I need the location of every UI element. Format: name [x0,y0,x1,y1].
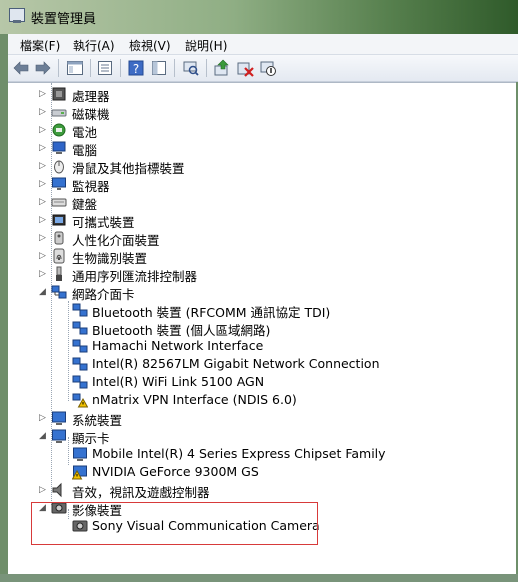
tree-item-display[interactable]: ◢ 顯示卡 [8,427,508,446]
status-strip [0,574,518,582]
expand-arrow-icon[interactable]: ▷ [39,233,46,243]
expand-arrow-icon[interactable]: ▷ [39,413,46,423]
tree-item-label: Intel(R) 82567LM Gigabit Network Connect… [92,356,380,371]
tree-item-battery[interactable]: ▷ 電池 [8,121,508,140]
expand-arrow-icon[interactable]: ▷ [39,197,46,207]
expand-arrow-icon[interactable]: ▷ [39,143,46,153]
monitor-icon [52,177,66,190]
network-device-item[interactable]: Intel(R) 82567LM Gigabit Network Connect… [8,355,508,373]
device-manager-window: 裝置管理員 檔案(F) 執行(A) 檢視(V) 說明(H) ? ▷ 處理器 ▷ … [0,0,518,582]
title-bar[interactable]: 裝置管理員 [0,0,518,34]
usb-icon [56,266,62,281]
svg-text:?: ? [133,62,139,76]
menu-help[interactable]: 說明(H) [185,37,227,54]
uninstall-icon[interactable] [236,59,254,77]
speaker-icon [52,482,62,498]
expand-arrow-icon[interactable]: ▷ [39,269,46,279]
console-tree-icon[interactable] [66,59,84,77]
keyboard-icon [51,198,67,207]
device-manager-icon [9,8,25,23]
highlight-box [31,502,318,545]
show-hide-icon[interactable] [150,59,168,77]
display-adapter-icon [73,447,87,461]
expand-arrow-icon[interactable]: ▷ [39,215,46,225]
hid-icon [54,231,64,245]
expand-arrow-icon[interactable]: ▷ [39,89,46,99]
system-device-icon [52,411,66,425]
expand-arrow-icon[interactable]: ▷ [39,179,46,189]
computer-icon [52,141,66,154]
network-device-item[interactable]: nMatrix VPN Interface (NDIS 6.0) [8,391,508,409]
expand-arrow-icon[interactable]: ▷ [39,485,46,495]
network-adapter-warning-icon [72,393,88,408]
tree-item-biometric[interactable]: ▷ 生物識別裝置 [8,247,508,266]
display-device-item[interactable]: Mobile Intel(R) 4 Series Express Chipset… [8,445,508,463]
toolbar-separator [120,59,121,77]
network-device-item[interactable]: Bluetooth 裝置 (RFCOMM 通訊協定 TDI) [8,301,508,320]
help-icon[interactable]: ? [127,59,145,77]
properties-sheet-icon[interactable] [96,59,114,77]
tree-item-disk-drives[interactable]: ▷ 磁碟機 [8,103,508,122]
portable-device-icon [52,214,66,226]
collapse-arrow-icon[interactable]: ◢ [39,287,46,297]
tree-item-label: nMatrix VPN Interface (NDIS 6.0) [92,392,297,407]
disk-drive-icon [51,109,67,117]
tree-item-network[interactable]: ◢ 網路介面卡 [8,283,508,302]
tree-item-label: Hamachi Network Interface [92,338,264,353]
tree-item-hid[interactable]: ▷ 人性化介面裝置 [8,229,508,248]
display-adapter-warning-icon [72,465,87,480]
back-icon[interactable] [12,59,30,77]
expand-arrow-icon[interactable]: ▷ [39,107,46,117]
collapse-arrow-icon[interactable]: ◢ [39,431,46,441]
forward-icon[interactable] [34,59,52,77]
tree-item-label: NVIDIA GeForce 9300M GS [92,464,259,479]
tree-item-computer[interactable]: ▷ 電腦 [8,139,508,158]
network-adapter-icon [51,285,67,299]
toolbar-separator [58,59,59,77]
menu-bar: 檔案(F) 執行(A) 檢視(V) 說明(H) [8,34,518,55]
fingerprint-icon [53,248,65,264]
device-tree[interactable]: ▷ 處理器 ▷ 磁碟機 ▷ 電池 ▷ 電腦 ▷ 滑鼠及其他指標裝置 ▷ 監視器 … [8,82,516,575]
tree-item-usb[interactable]: ▷ 通用序列匯流排控制器 [8,265,508,284]
tree-item-sound[interactable]: ▷ 音效，視訊及遊戲控制器 [8,481,508,500]
tree-item-processors[interactable]: ▷ 處理器 [8,85,508,104]
tree-item-mice[interactable]: ▷ 滑鼠及其他指標裝置 [8,157,508,176]
mouse-icon [54,160,64,174]
display-device-item[interactable]: NVIDIA GeForce 9300M GS [8,463,508,481]
update-driver-icon[interactable] [213,59,231,77]
tree-item-label: Intel(R) WiFi Link 5100 AGN [92,374,265,389]
network-adapter-icon [72,375,88,389]
tree-item-portable[interactable]: ▷ 可攜式裝置 [8,211,508,230]
tree-item-label: Mobile Intel(R) 4 Series Express Chipset… [92,446,386,461]
toolbar: ? [8,55,518,82]
processor-icon [52,87,66,101]
scan-hardware-icon[interactable] [182,59,200,77]
battery-icon [52,123,66,137]
network-adapter-icon [72,357,88,371]
tree-item-monitors[interactable]: ▷ 監視器 [8,175,508,194]
expand-arrow-icon[interactable]: ▷ [39,251,46,261]
disable-icon[interactable] [259,59,277,77]
toolbar-separator [206,59,207,77]
tree-item-system[interactable]: ▷ 系統裝置 [8,409,508,428]
menu-file[interactable]: 檔案(F) [20,37,60,54]
network-adapter-icon [72,321,88,335]
network-device-item[interactable]: Intel(R) WiFi Link 5100 AGN [8,373,508,391]
expand-arrow-icon[interactable]: ▷ [39,161,46,171]
menu-action[interactable]: 執行(A) [73,37,115,54]
window-title: 裝置管理員 [31,12,97,27]
network-adapter-icon [72,339,88,353]
tree-item-keyboards[interactable]: ▷ 鍵盤 [8,193,508,212]
network-adapter-icon [72,303,88,317]
display-adapter-icon [52,429,66,443]
network-device-item[interactable]: Hamachi Network Interface [8,337,508,355]
toolbar-separator [174,59,175,77]
network-device-item[interactable]: Bluetooth 裝置 (個人區域網路) [8,319,508,338]
toolbar-separator [90,59,91,77]
menu-view[interactable]: 檢視(V) [129,37,171,54]
expand-arrow-icon[interactable]: ▷ [39,125,46,135]
